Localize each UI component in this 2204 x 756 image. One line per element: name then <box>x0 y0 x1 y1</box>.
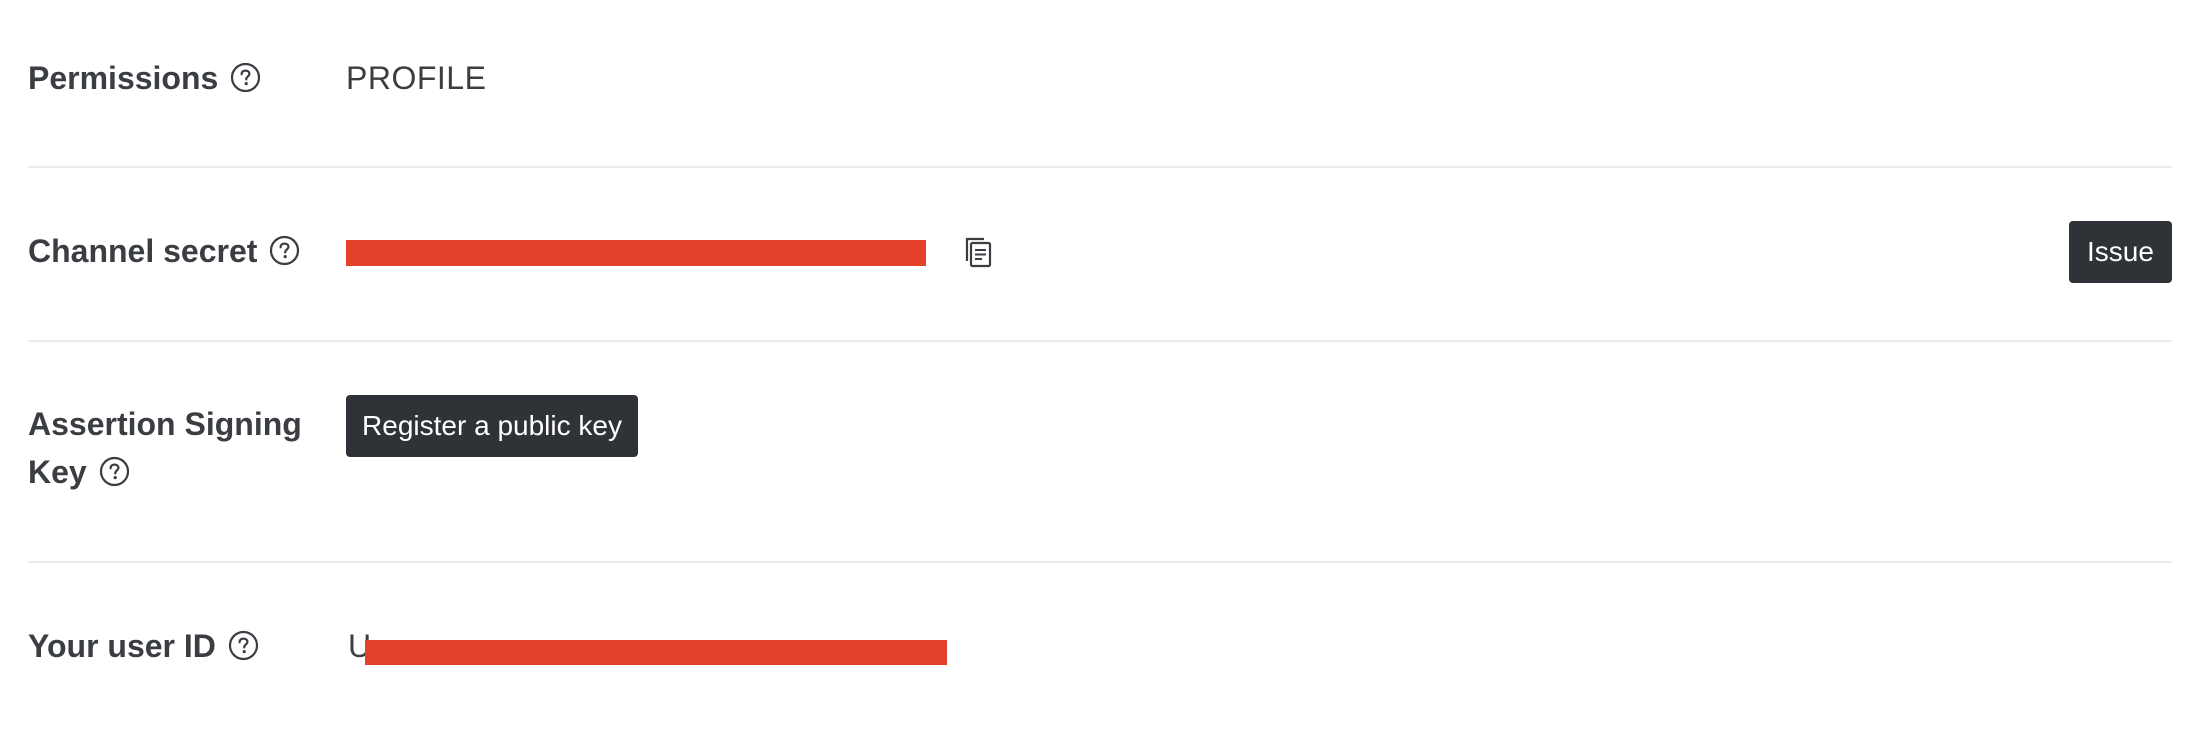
user-id-label: Your user ID <box>28 628 216 664</box>
channel-secret-redacted-value <box>346 240 926 266</box>
copy-icon[interactable] <box>962 235 994 269</box>
issue-button[interactable]: Issue <box>2069 221 2172 283</box>
channel-settings-panel: Permissions PROFILE Channel secret Issue… <box>28 0 2172 756</box>
channel-secret-label: Channel secret <box>28 233 258 269</box>
assertion-signing-key-help-icon[interactable] <box>99 456 130 487</box>
register-public-key-button[interactable]: Register a public key <box>346 395 638 457</box>
assertion-signing-key-label-group: Key <box>28 448 130 496</box>
permissions-label-group: Permissions <box>28 54 261 102</box>
user-id-label-group: Your user ID <box>28 622 259 670</box>
row-divider <box>28 561 2172 563</box>
assertion-signing-key-label-line2: Key <box>28 454 87 490</box>
permissions-value: PROFILE <box>346 60 487 96</box>
permissions-label: Permissions <box>28 60 219 96</box>
permissions-help-icon[interactable] <box>230 62 261 93</box>
assertion-signing-key-label-line1: Assertion Signing <box>28 406 302 442</box>
row-divider <box>28 166 2172 168</box>
user-id-help-icon[interactable] <box>228 630 259 661</box>
user-id-redacted-value <box>365 640 947 665</box>
channel-secret-help-icon[interactable] <box>269 235 300 266</box>
channel-secret-label-group: Channel secret <box>28 227 300 275</box>
row-divider <box>28 340 2172 342</box>
